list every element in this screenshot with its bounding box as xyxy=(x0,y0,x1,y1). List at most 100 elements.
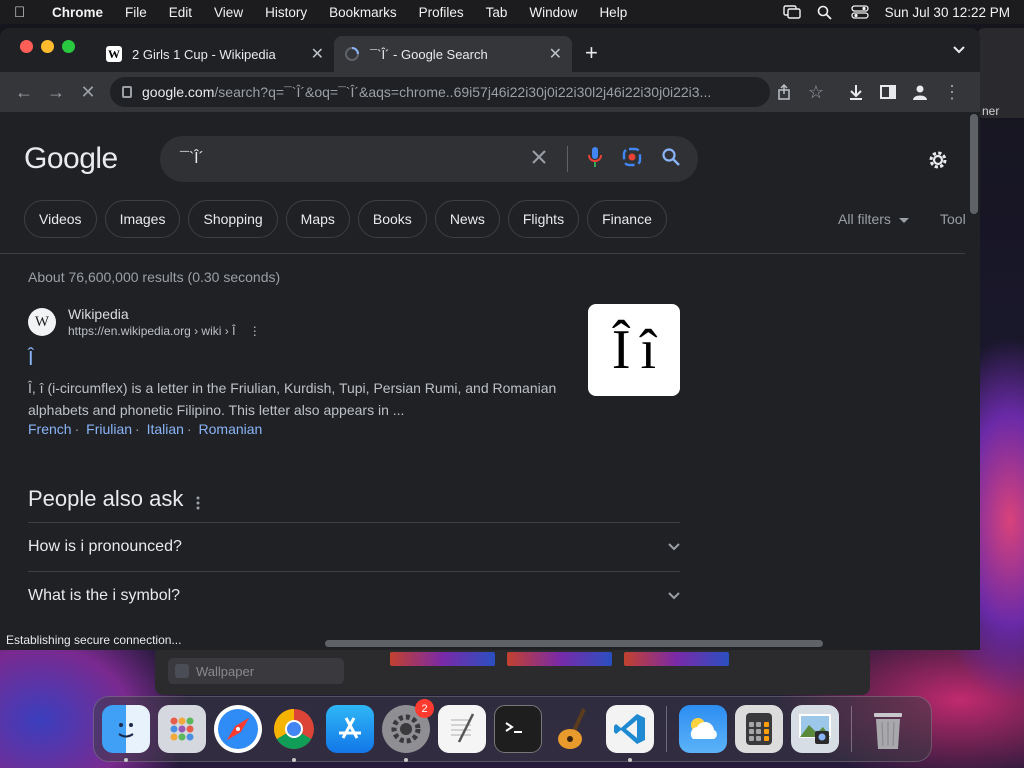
finder-icon[interactable] xyxy=(102,705,150,762)
chip-flights[interactable]: Flights xyxy=(507,200,580,238)
menu-view[interactable]: View xyxy=(214,5,243,20)
apple-menu-icon[interactable]:  xyxy=(14,4,30,21)
sitelink-romanian[interactable]: Romanian xyxy=(199,421,263,437)
new-tab-button[interactable]: + xyxy=(585,40,598,66)
system-settings-icon[interactable]: 2 xyxy=(382,699,434,762)
google-logo[interactable]: Google xyxy=(24,142,118,176)
people-also-ask-heading: People also ask xyxy=(28,486,184,511)
menubar-clock[interactable]: Sun Jul 30 12:22 PM xyxy=(885,5,1010,20)
result-url[interactable]: https://en.wikipedia.org › wiki › Î ⋮ xyxy=(68,324,261,338)
menu-window[interactable]: Window xyxy=(529,5,577,20)
close-tab-icon[interactable]: ✕ xyxy=(549,44,562,64)
thumbnail-uppercase-letter: Î xyxy=(611,319,631,381)
horizontal-scrollbar[interactable] xyxy=(325,640,823,647)
menu-history[interactable]: History xyxy=(265,5,307,20)
safari-icon[interactable] xyxy=(214,705,262,753)
chip-books[interactable]: Books xyxy=(357,200,427,238)
chip-videos[interactable]: Videos xyxy=(24,200,97,238)
running-indicator xyxy=(292,758,296,762)
chip-news[interactable]: News xyxy=(434,200,500,238)
tools-button[interactable]: Tool xyxy=(940,211,965,227)
share-icon[interactable] xyxy=(768,76,800,108)
thumbnail-lowercase-letter: î xyxy=(640,319,657,381)
preview-icon[interactable] xyxy=(791,705,839,753)
tab-title: 2 Girls 1 Cup - Wikipedia xyxy=(132,46,276,62)
chip-images[interactable]: Images xyxy=(104,200,181,238)
settings-gear-icon[interactable] xyxy=(926,148,950,172)
terminal-icon[interactable] xyxy=(494,705,542,753)
all-filters-button[interactable]: All filters xyxy=(838,211,909,227)
spotlight-search-icon[interactable] xyxy=(817,5,833,20)
lock-icon[interactable] xyxy=(122,86,132,98)
close-tab-icon[interactable]: ✕ xyxy=(311,44,324,64)
calculator-icon[interactable] xyxy=(735,705,783,753)
result-title-link[interactable]: Î xyxy=(28,348,568,371)
launchpad-icon[interactable] xyxy=(158,705,206,753)
search-input[interactable]: ¯`Î´ xyxy=(180,150,531,168)
sitelink-french[interactable]: French xyxy=(28,421,72,437)
app-store-icon[interactable] xyxy=(326,705,374,753)
vertical-scrollbar[interactable] xyxy=(970,114,978,214)
tab-google-search[interactable]: ¯`Î´ - Google Search ✕ xyxy=(334,36,572,72)
paa-more-options-icon[interactable] xyxy=(196,496,200,515)
clear-search-icon[interactable] xyxy=(531,149,547,170)
zoom-window-button[interactable] xyxy=(62,40,75,53)
sitelink-friulian[interactable]: Friulian xyxy=(86,421,132,437)
back-button[interactable]: ← xyxy=(8,76,40,108)
tab-title: ¯`Î´ - Google Search xyxy=(370,46,488,62)
textedit-icon[interactable] xyxy=(438,705,486,753)
wallpaper-sidebar-item[interactable]: Wallpaper xyxy=(168,658,344,684)
bookmark-star-icon[interactable]: ☆ xyxy=(800,76,832,108)
close-window-button[interactable] xyxy=(20,40,33,53)
loading-spinner-icon xyxy=(344,46,360,62)
running-indicator xyxy=(124,758,128,762)
voice-search-icon[interactable] xyxy=(588,146,602,173)
sitelink-italian[interactable]: Italian xyxy=(147,421,184,437)
minimize-window-button[interactable] xyxy=(41,40,54,53)
tab-search-chevron-icon[interactable] xyxy=(952,42,966,60)
result-stats: About 76,600,000 results (0.30 seconds) xyxy=(28,269,281,285)
trash-icon[interactable] xyxy=(864,705,912,753)
result-site-name[interactable]: Wikipedia xyxy=(68,306,261,322)
result-thumbnail[interactable]: Î î xyxy=(588,304,680,396)
menu-edit[interactable]: Edit xyxy=(169,5,192,20)
chip-maps[interactable]: Maps xyxy=(285,200,350,238)
search-submit-icon[interactable] xyxy=(662,147,680,171)
dock-separator xyxy=(666,706,667,752)
paa-question[interactable]: How is i pronounced? xyxy=(28,522,680,571)
search-filter-chips: Videos Images Shopping Maps Books News F… xyxy=(24,200,667,238)
lens-search-icon[interactable] xyxy=(622,147,642,172)
chrome-icon[interactable] xyxy=(270,705,318,762)
menu-help[interactable]: Help xyxy=(599,5,627,20)
menu-app-name[interactable]: Chrome xyxy=(52,5,103,20)
side-panel-icon[interactable] xyxy=(872,76,904,108)
chip-shopping[interactable]: Shopping xyxy=(188,200,278,238)
result-url-text: https://en.wikipedia.org › wiki › Î xyxy=(68,324,236,338)
profile-avatar-icon[interactable] xyxy=(904,76,936,108)
stop-loading-button[interactable]: ✕ xyxy=(72,76,104,108)
result-menu-icon[interactable]: ⋮ xyxy=(249,324,261,338)
background-window-text: ner xyxy=(982,104,1000,118)
menu-file[interactable]: File xyxy=(125,5,147,20)
running-indicator xyxy=(628,758,632,762)
screen-mirroring-icon[interactable] xyxy=(782,5,801,19)
url-host: google.com xyxy=(142,84,215,100)
menu-tab[interactable]: Tab xyxy=(486,5,508,20)
tab-wikipedia[interactable]: W 2 Girls 1 Cup - Wikipedia ✕ xyxy=(96,36,334,72)
weather-icon[interactable] xyxy=(679,705,727,753)
paa-question[interactable]: What is the i symbol? xyxy=(28,571,680,620)
address-bar[interactable]: google.com /search?q=¯`Î´&oq=¯`Î´&aqs=ch… xyxy=(110,77,770,107)
garageband-icon[interactable] xyxy=(550,705,598,753)
search-box[interactable]: ¯`Î´ xyxy=(160,136,698,182)
forward-button[interactable]: → xyxy=(40,76,72,108)
control-center-icon[interactable] xyxy=(851,5,869,19)
url-path: /search?q=¯`Î´&oq=¯`Î´&aqs=chrome..69i57… xyxy=(214,84,712,100)
vscode-icon[interactable] xyxy=(606,705,654,762)
chrome-window: W 2 Girls 1 Cup - Wikipedia ✕ ¯`Î´ - Goo… xyxy=(0,28,980,650)
menu-bookmarks[interactable]: Bookmarks xyxy=(329,5,397,20)
chevron-down-icon xyxy=(668,538,680,556)
chip-finance[interactable]: Finance xyxy=(587,200,667,238)
download-icon[interactable] xyxy=(840,76,872,108)
chrome-menu-icon[interactable]: ⋮ xyxy=(936,76,968,108)
menu-profiles[interactable]: Profiles xyxy=(419,5,464,20)
